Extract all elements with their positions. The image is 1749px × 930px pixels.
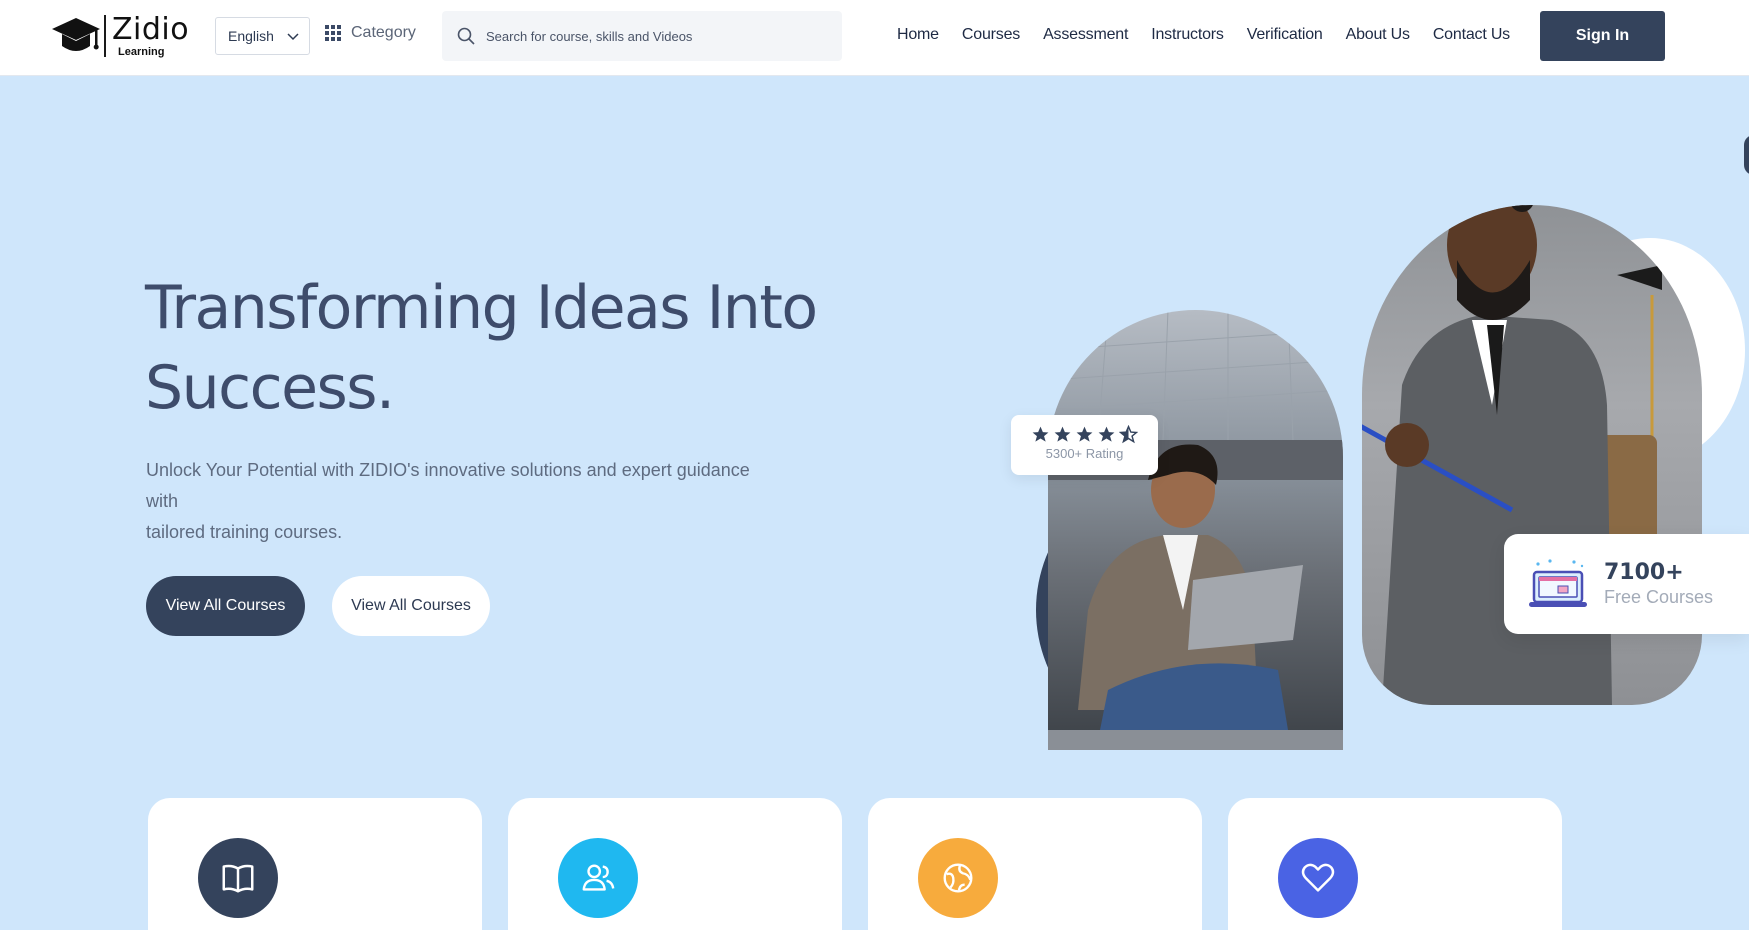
nav-home[interactable]: Home [897, 26, 939, 44]
feature-icon-circle [198, 838, 278, 918]
nav-contact-us[interactable]: Contact Us [1433, 26, 1510, 44]
laptop-icon [1529, 559, 1587, 607]
zidio-logo[interactable]: Zidio Learning [50, 12, 189, 60]
heart-icon [1301, 863, 1335, 892]
hero-description: Unlock Your Potential with ZIDIO's innov… [146, 455, 786, 548]
view-all-courses-primary-button[interactable]: View All Courses [146, 576, 305, 636]
scroll-indicator[interactable] [1744, 135, 1749, 175]
star-icon [1054, 426, 1071, 442]
feature-card-3[interactable] [868, 798, 1202, 930]
free-courses-card: 7100+ Free Courses [1504, 534, 1749, 634]
language-value: English [228, 28, 274, 44]
rating-label: 5300+ Rating [1045, 446, 1124, 461]
rating-card: 5300+ Rating [1011, 415, 1158, 475]
hero-description-line-2: tailored training courses. [146, 522, 343, 542]
book-open-icon [222, 864, 254, 893]
view-all-courses-secondary-button[interactable]: View All Courses [332, 576, 490, 636]
hero-title-line-1: Transforming Ideas Into [145, 273, 818, 343]
star-icon [1032, 426, 1049, 442]
users-icon [582, 864, 615, 891]
star-icon [1098, 426, 1115, 442]
hero-title-line-2: Success. [145, 353, 395, 423]
category-label: Category [351, 24, 416, 41]
feature-card-2[interactable] [508, 798, 842, 930]
sign-in-button[interactable]: Sign In [1540, 11, 1665, 61]
student-laptop-photo [1048, 310, 1343, 750]
feature-card-1[interactable] [148, 798, 482, 930]
nav-about-us[interactable]: About Us [1346, 26, 1410, 44]
logo-main-text: Zidio [112, 11, 190, 47]
category-menu[interactable]: Category [325, 24, 416, 42]
main-nav: Home Courses Assessment Instructors Veri… [897, 26, 1510, 44]
globe-icon [943, 863, 973, 893]
nav-assessment[interactable]: Assessment [1043, 26, 1128, 44]
nav-verification[interactable]: Verification [1247, 26, 1323, 44]
search-input[interactable] [486, 28, 816, 44]
language-select[interactable]: English [215, 17, 310, 55]
feature-icon-circle [918, 838, 998, 918]
courses-count: 7100+ [1604, 560, 1684, 585]
student-figure [1048, 310, 1343, 750]
nav-courses[interactable]: Courses [962, 26, 1020, 44]
chevron-down-icon [287, 33, 299, 41]
nav-instructors[interactable]: Instructors [1151, 26, 1224, 44]
star-icon [1076, 426, 1093, 442]
logo-text: Zidio Learning [112, 11, 190, 58]
search-bar [442, 11, 842, 61]
feature-card-4[interactable] [1228, 798, 1562, 930]
courses-label: Free Courses [1604, 587, 1714, 607]
feature-icon-circle [558, 838, 638, 918]
logo-sub-text: Learning [118, 45, 165, 58]
hero-description-line-1: Unlock Your Potential with ZIDIO's innov… [146, 460, 750, 511]
star-half-icon [1119, 425, 1138, 444]
star-rating [1011, 425, 1158, 444]
site-header: Zidio Learning English Category Home Cou… [0, 0, 1749, 76]
feature-icon-circle [1278, 838, 1358, 918]
hero-title: Transforming Ideas Into Success. [145, 268, 845, 428]
grid-icon [325, 25, 341, 41]
logo-divider [104, 15, 106, 57]
graduation-cap-icon [52, 18, 100, 51]
search-icon [457, 27, 475, 45]
